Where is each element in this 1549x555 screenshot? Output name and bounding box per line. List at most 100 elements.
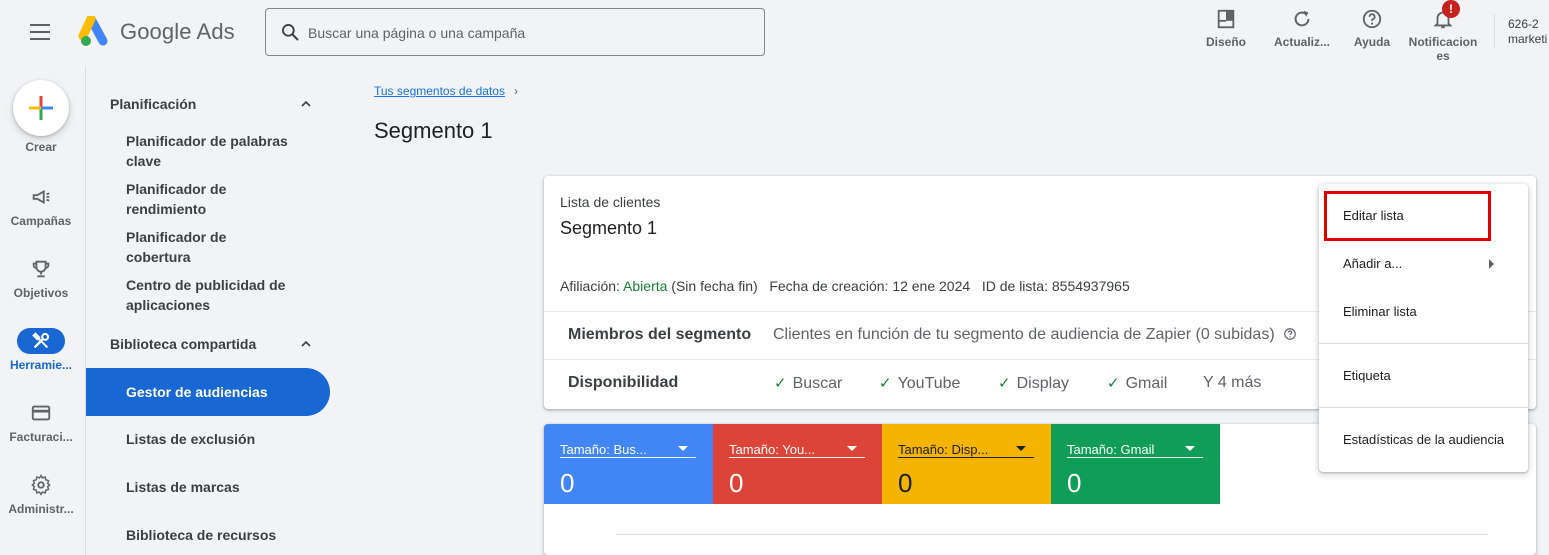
nav-asset-library[interactable]: Biblioteca de recursos	[126, 525, 306, 545]
account-name: marketi	[1508, 32, 1548, 46]
create-label-wrap[interactable]: Crear	[0, 140, 82, 154]
availability-item-label: Buscar	[792, 375, 843, 392]
menu-icon[interactable]	[30, 24, 50, 40]
dropdown-arrow-icon	[1185, 446, 1195, 451]
nav-keyword-planner[interactable]: Planificador de palabras clave	[126, 131, 306, 171]
search-box[interactable]	[265, 8, 765, 56]
rail-item-label: Objetivos	[13, 286, 69, 300]
size-selector-label: Tamaño: Disp...	[898, 442, 989, 457]
nav-reach-planner[interactable]: Planificador de cobertura	[126, 227, 306, 267]
size-tile-search: Tamaño: Bus... 0	[544, 424, 713, 504]
menu-item-audience-insights[interactable]: Estadísticas de la audiencia	[1319, 416, 1528, 464]
size-tile-display: Tamaño: Disp... 0	[882, 424, 1051, 504]
members-description: Clientes en función de tu segmento de au…	[773, 326, 1297, 344]
nav-exclusion-lists[interactable]: Listas de exclusión	[126, 429, 306, 449]
nav-link-line: aplicaciones	[126, 297, 211, 313]
nav-audience-manager[interactable]: Gestor de audiencias	[86, 368, 330, 416]
search-icon	[282, 24, 299, 41]
search-input[interactable]	[308, 21, 748, 45]
dropdown-arrow-icon	[678, 446, 688, 451]
plus-icon	[29, 96, 53, 120]
chevron-up-icon[interactable]	[300, 338, 312, 350]
tools-icon	[17, 328, 65, 354]
help-icon[interactable]	[1283, 327, 1297, 341]
menu-item-delete-list[interactable]: Eliminar lista	[1319, 288, 1528, 336]
nav-link-line: Planificador de palabras	[126, 133, 288, 149]
availability-item-label: Gmail	[1125, 375, 1168, 392]
chart-baseline	[616, 534, 1488, 535]
notifications-button[interactable]: ! Notificacion es	[1406, 0, 1480, 63]
availability-label: Disponibilidad	[568, 374, 679, 391]
availability-more[interactable]: Y 4 más	[1203, 374, 1261, 392]
size-selector-label: Tamaño: Bus...	[560, 442, 647, 457]
check-icon: ✓	[1107, 375, 1120, 392]
nav-link-line: clave	[126, 153, 162, 169]
size-selector-label: Tamaño: You...	[729, 442, 816, 457]
availability-gmail: ✓ Gmail	[1107, 374, 1167, 393]
list-type: Lista de clientes	[560, 194, 661, 210]
rail-item-admin[interactable]: Administr...	[0, 472, 82, 516]
account-switcher[interactable]: 626-2 marketi	[1508, 17, 1547, 47]
dropdown-arrow-icon	[847, 446, 857, 451]
rail-item-goals[interactable]: Objetivos	[0, 256, 82, 300]
size-value: 0	[1067, 468, 1082, 498]
rail-item-label: Herramie...	[9, 358, 73, 372]
size-selector[interactable]: Tamaño: Disp...	[898, 442, 1034, 458]
membership-note: (Sin fecha fin)	[671, 278, 758, 294]
availability-display: ✓ Display	[998, 374, 1069, 393]
segment-name: Segmento 1	[560, 218, 658, 238]
layout-icon	[1217, 9, 1235, 29]
refresh-icon	[1294, 10, 1310, 27]
rail-item-label: Facturaci...	[9, 430, 73, 444]
breadcrumb-chevron-icon: ›	[514, 84, 518, 98]
refresh-label: Actualiz...	[1273, 35, 1330, 49]
notifications-label-wrap: es	[1436, 49, 1450, 63]
create-button[interactable]	[13, 80, 69, 136]
members-text: Clientes en función de tu segmento de au…	[773, 326, 1275, 343]
segment-meta: Afiliación: Abierta (Sin fecha fin) Fech…	[560, 278, 1130, 294]
nav-app-advertising-hub[interactable]: Centro de publicidad de aplicaciones	[126, 275, 306, 315]
nav-section-planning[interactable]: Planificación	[110, 96, 196, 112]
help-button[interactable]: Ayuda	[1350, 8, 1394, 49]
availability-search: ✓ Buscar	[774, 374, 842, 393]
check-icon: ✓	[879, 375, 892, 392]
help-label: Ayuda	[1353, 35, 1391, 49]
members-label: Miembros del segmento	[568, 326, 752, 343]
page-title: Segmento 1	[374, 118, 493, 143]
nav-link-line: Planificador de	[126, 181, 227, 197]
rail-item-campaigns[interactable]: Campañas	[0, 184, 82, 228]
rail-item-label: Administr...	[8, 502, 74, 516]
layout-button[interactable]: Diseño	[1200, 8, 1252, 49]
size-tile-gmail: Tamaño: Gmail 0	[1051, 424, 1220, 504]
size-selector[interactable]: Tamaño: You...	[729, 442, 865, 458]
created-label: Fecha de creación:	[769, 278, 889, 294]
nav-section-shared-library[interactable]: Biblioteca compartida	[110, 336, 256, 352]
availability-item-label: YouTube	[897, 375, 961, 392]
list-actions-menu: Editar lista Añadir a... Eliminar lista …	[1319, 184, 1528, 472]
menu-item-add-to[interactable]: Añadir a...	[1319, 240, 1528, 288]
create-label: Crear	[25, 140, 57, 154]
nav-brand-lists[interactable]: Listas de marcas	[126, 477, 306, 497]
top-bar: Google Ads Diseño Actualiz... Ayuda	[0, 0, 1549, 66]
notification-badge: !	[1442, 0, 1460, 18]
created-value: 12 ene 2024	[892, 278, 971, 294]
menu-item-edit-list[interactable]: Editar lista	[1319, 192, 1528, 240]
rail-item-tools[interactable]: Herramie...	[0, 328, 82, 372]
membership-label: Afiliación:	[560, 278, 620, 294]
chevron-up-icon[interactable]	[300, 98, 312, 110]
size-selector[interactable]: Tamaño: Gmail	[1067, 442, 1203, 458]
google-ads-logo	[78, 16, 108, 46]
rail-item-billing[interactable]: Facturaci...	[0, 400, 82, 444]
refresh-button[interactable]: Actualiz...	[1270, 8, 1334, 49]
nav-performance-planner[interactable]: Planificador de rendimiento	[126, 179, 306, 219]
breadcrumb-data-segments[interactable]: Tus segmentos de datos	[374, 84, 505, 98]
menu-divider	[1319, 407, 1528, 408]
check-icon: ✓	[774, 375, 787, 392]
nav-link-line: rendimiento	[126, 201, 207, 217]
tools-navigation: Planificación Planificador de palabras c…	[86, 66, 336, 555]
size-value: 0	[729, 468, 744, 498]
size-selector[interactable]: Tamaño: Bus...	[560, 442, 696, 458]
megaphone-icon	[17, 184, 65, 210]
size-tile-youtube: Tamaño: You... 0	[713, 424, 882, 504]
menu-item-label[interactable]: Etiqueta	[1319, 352, 1528, 400]
